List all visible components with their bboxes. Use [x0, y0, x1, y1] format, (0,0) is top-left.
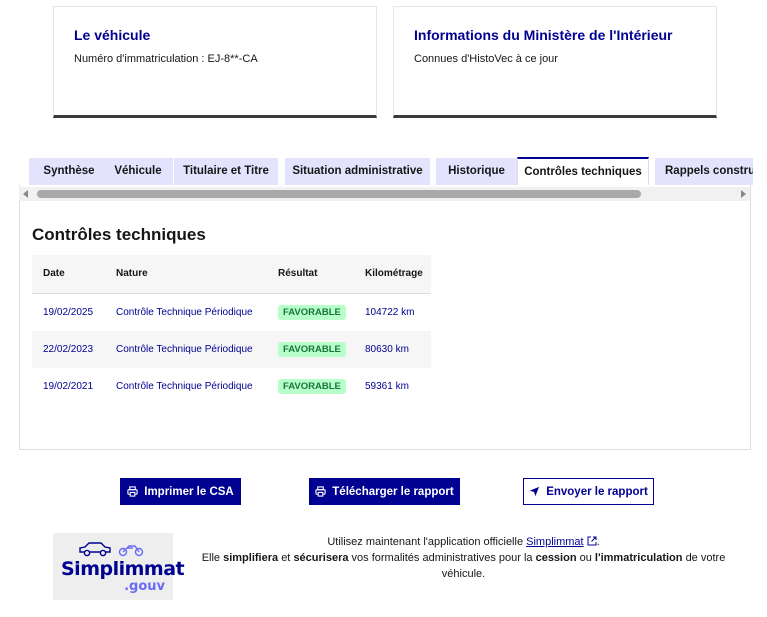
column-date: Date — [32, 255, 105, 294]
tab-controles-techniques[interactable]: Contrôles techniques — [517, 157, 649, 185]
ministry-card: Informations du Ministère de l'Intérieur… — [393, 6, 717, 118]
logo-brand: Simplimmat — [61, 558, 185, 580]
vehicle-plate: Numéro d'immatriculation : EJ-8**-CA — [74, 53, 258, 65]
simplimmat-link[interactable]: Simplimmat — [526, 536, 597, 548]
row-date: 22/02/2023 — [32, 330, 105, 368]
controls-table: Date Nature Résultat Kilométrage 19/02/2… — [32, 255, 431, 406]
external-link-icon — [587, 536, 597, 546]
column-nature: Nature — [105, 255, 267, 294]
simplimmat-logo: Simplimmat .gouv — [53, 533, 185, 600]
scroll-thumb[interactable] — [37, 190, 641, 198]
vehicle-card-title: Le véhicule — [74, 27, 151, 43]
printer-icon — [315, 486, 326, 497]
tab-panel: Contrôles techniques Date Nature Résulta… — [19, 185, 751, 450]
vehicle-card: Le véhicule Numéro d'immatriculation : E… — [53, 6, 377, 118]
download-report-button[interactable]: Télécharger le rapport — [309, 478, 460, 505]
ministry-card-title: Informations du Ministère de l'Intérieur — [414, 27, 673, 43]
panel-title: Contrôles techniques — [32, 225, 206, 244]
print-csa-label: Imprimer le CSA — [144, 485, 234, 498]
printer-icon — [127, 486, 138, 497]
tab-titulaire[interactable]: Titulaire et Titre — [174, 158, 278, 185]
tab-historique[interactable]: Historique — [436, 158, 517, 185]
table-row: 19/02/2025 Contrôle Technique Périodique… — [32, 293, 431, 331]
row-nature: Contrôle Technique Périodique — [105, 330, 267, 368]
tab-list: Synthèse Véhicule Titulaire et Titre Sit… — [29, 157, 753, 185]
result-badge: FAVORABLE — [278, 304, 346, 320]
table-row: 22/02/2023 Contrôle Technique Périodique… — [32, 330, 431, 368]
tab-rappels-constructeur[interactable]: Rappels constructeur — [655, 158, 753, 185]
tab-synthese[interactable]: Synthèse — [29, 158, 109, 185]
tabs-scrollbar[interactable] — [19, 187, 750, 201]
send-icon — [530, 486, 540, 497]
send-report-label: Envoyer le rapport — [546, 485, 648, 498]
row-nature: Contrôle Technique Périodique — [116, 306, 253, 318]
scroll-right-arrow-icon[interactable] — [741, 190, 746, 198]
ministry-card-subtitle: Connues d'HistoVec à ce jour — [414, 53, 558, 65]
download-report-label: Télécharger le rapport — [332, 485, 454, 498]
vehicles-icon — [79, 542, 144, 557]
tab-vehicule[interactable]: Véhicule — [103, 158, 173, 185]
scroll-left-arrow-icon[interactable] — [23, 190, 28, 198]
logo-suffix: .gouv — [124, 579, 165, 594]
row-km: 80630 km — [354, 330, 431, 368]
result-badge: FAVORABLE — [278, 379, 346, 395]
print-csa-button[interactable]: Imprimer le CSA — [120, 478, 241, 505]
row-km: 104722 km — [365, 306, 415, 318]
tab-situation-administrative[interactable]: Situation administrative — [285, 158, 430, 185]
table-row: 19/02/2021 Contrôle Technique Périodique… — [32, 368, 431, 406]
row-date: 19/02/2025 — [43, 306, 94, 318]
send-report-button[interactable]: Envoyer le rapport — [523, 478, 654, 505]
simplimmat-promo: Utilisez maintenant l'application offici… — [201, 536, 726, 580]
row-nature: Contrôle Technique Périodique — [116, 381, 253, 393]
column-resultat: Résultat — [267, 255, 354, 294]
column-kilometrage: Kilométrage — [354, 255, 431, 294]
row-km: 59361 km — [365, 381, 409, 393]
result-badge: FAVORABLE — [278, 341, 346, 357]
row-date: 19/02/2021 — [43, 381, 94, 393]
